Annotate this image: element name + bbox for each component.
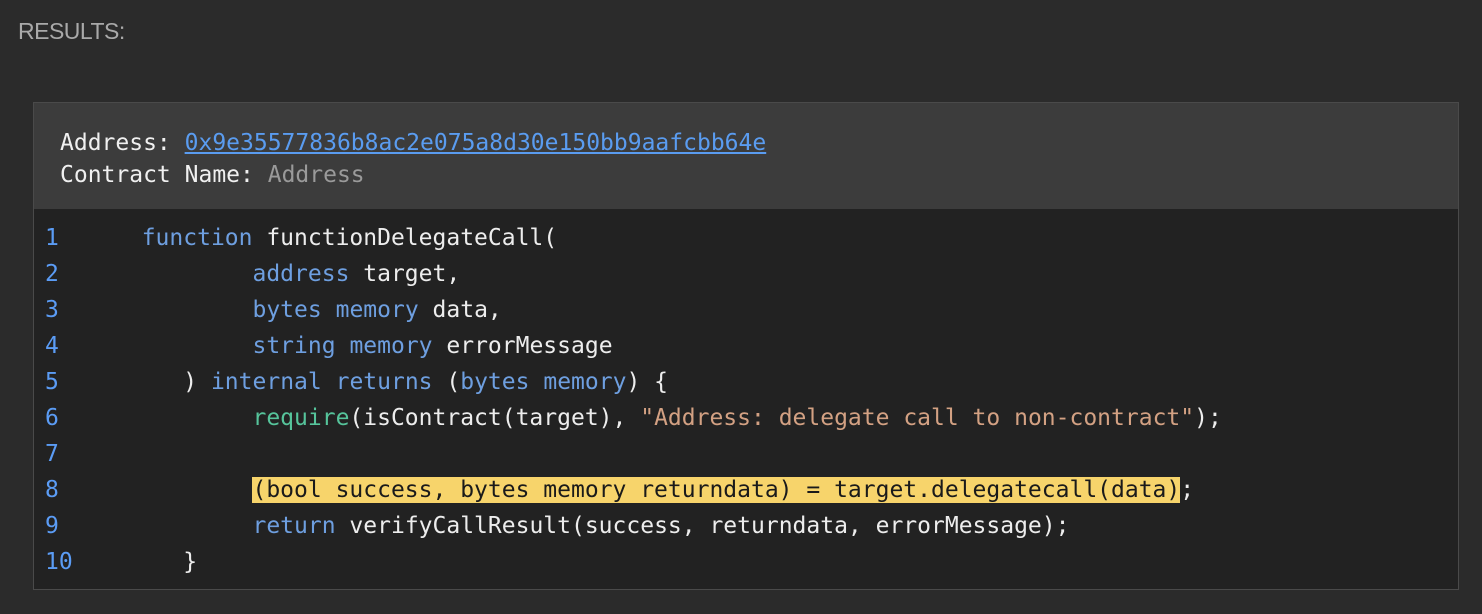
line-number: 5 bbox=[45, 369, 59, 395]
highlighted-code: (bool success, bytes memory returndata) … bbox=[252, 477, 1181, 503]
code-line: 2 address target, bbox=[34, 256, 1458, 292]
code-token: bytes bbox=[460, 369, 530, 395]
code-token: require bbox=[252, 405, 350, 431]
code-token: verifyCallResult(success, returndata, er… bbox=[335, 513, 1070, 539]
code-token: } bbox=[183, 549, 198, 575]
line-number: 6 bbox=[45, 405, 59, 431]
contract-name-row: Contract Name: Address bbox=[60, 159, 1458, 191]
line-number: 10 bbox=[45, 549, 73, 575]
address-link[interactable]: 0x9e35577836b8ac2e075a8d30e150bb9aafcbb6… bbox=[185, 130, 767, 156]
code-token: internal bbox=[210, 369, 322, 395]
code-token: string bbox=[252, 333, 336, 359]
contract-meta: Address: 0x9e35577836b8ac2e075a8d30e150b… bbox=[34, 103, 1458, 209]
results-heading: RESULTS: bbox=[18, 18, 125, 44]
code-line: 7 bbox=[34, 436, 1458, 472]
code-token: function bbox=[141, 225, 253, 251]
code-token: data, bbox=[418, 297, 502, 323]
code-token: ( bbox=[432, 369, 461, 395]
code-line: 1 function functionDelegateCall( bbox=[34, 220, 1458, 256]
code-token: returns bbox=[335, 369, 433, 395]
line-number: 4 bbox=[45, 333, 59, 359]
code-line: 5 ) internal returns (bytes memory) { bbox=[34, 364, 1458, 400]
code-token: bytes bbox=[252, 297, 322, 323]
code-token: memory bbox=[349, 333, 433, 359]
address-row: Address: 0x9e35577836b8ac2e075a8d30e150b… bbox=[60, 127, 1458, 159]
result-card: Address: 0x9e35577836b8ac2e075a8d30e150b… bbox=[33, 102, 1459, 590]
line-number: 7 bbox=[45, 441, 59, 467]
code-line: 8 (bool success, bytes memory returndata… bbox=[34, 472, 1458, 508]
code-token: memory bbox=[543, 369, 627, 395]
contract-name-value: Address bbox=[267, 162, 365, 188]
line-number: 1 bbox=[45, 225, 59, 251]
code-line: 4 string memory errorMessage bbox=[34, 328, 1458, 364]
contract-name-label: Contract Name: bbox=[60, 162, 268, 188]
code-token: (isContract(target), bbox=[349, 405, 641, 431]
code-token: ) bbox=[183, 369, 211, 395]
code-line: 9 return verifyCallResult(success, retur… bbox=[34, 508, 1458, 544]
code-token: ; bbox=[1180, 477, 1195, 503]
code-token: errorMessage bbox=[432, 333, 613, 359]
code-block: 1 function functionDelegateCall(2 addres… bbox=[34, 209, 1458, 580]
code-line: 3 bytes memory data, bbox=[34, 292, 1458, 328]
code-token: ) { bbox=[626, 369, 668, 395]
code-token: "Address: delegate call to non-contract" bbox=[640, 405, 1195, 431]
code-token: memory bbox=[335, 297, 419, 323]
code-token: functionDelegateCall( bbox=[252, 225, 558, 251]
code-line: 10 } bbox=[34, 544, 1458, 580]
code-token: target, bbox=[349, 261, 461, 287]
code-token: return bbox=[252, 513, 336, 539]
address-label: Address: bbox=[60, 130, 185, 156]
line-number: 3 bbox=[45, 297, 59, 323]
line-number: 2 bbox=[45, 261, 59, 287]
code-line: 6 require(isContract(target), "Address: … bbox=[34, 400, 1458, 436]
code-token: address bbox=[252, 261, 350, 287]
line-number: 8 bbox=[45, 477, 59, 503]
code-token: ); bbox=[1194, 405, 1222, 431]
line-number: 9 bbox=[45, 513, 59, 539]
